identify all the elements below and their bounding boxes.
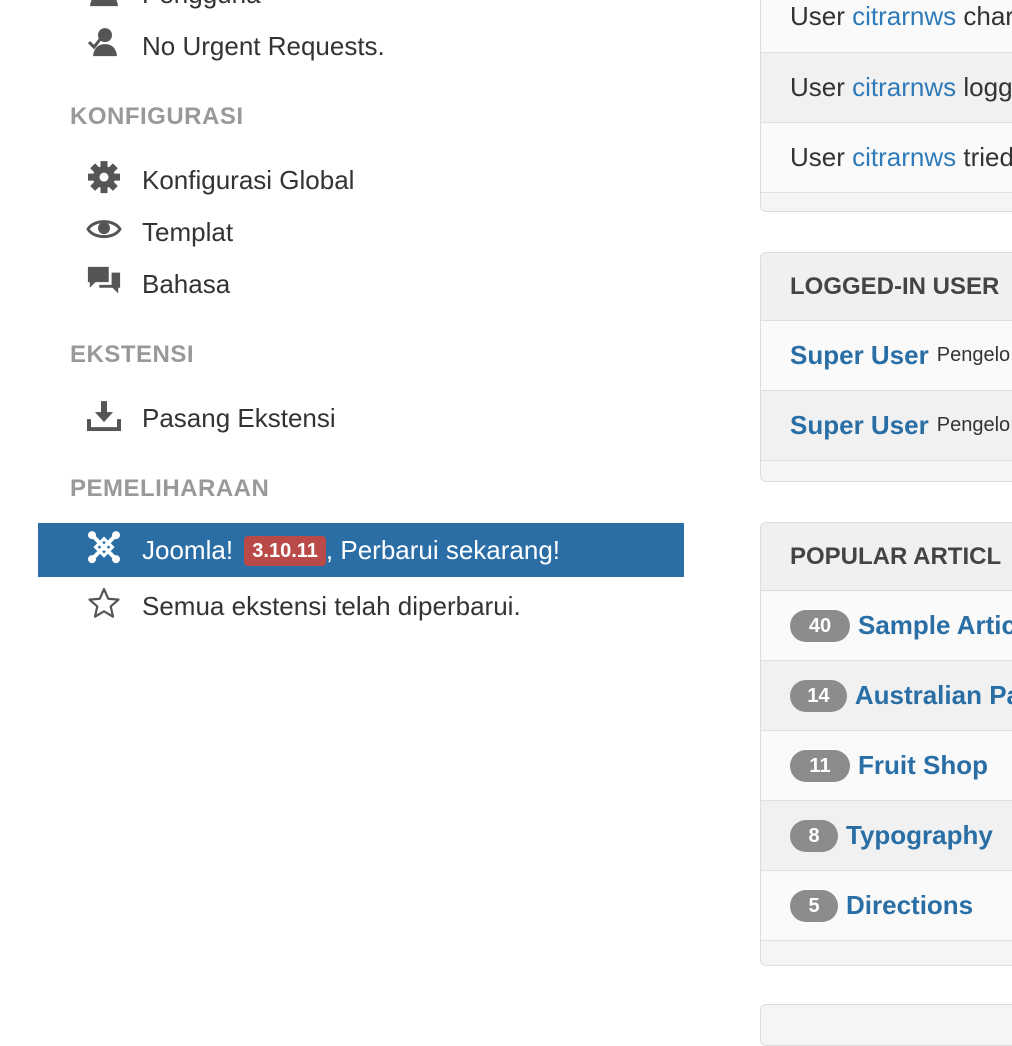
nav-item-konfigurasi-global-label: Konfigurasi Global [142,164,355,195]
article-row: 14 Australian Pa [761,661,1012,731]
nav-item-bahasa[interactable]: Bahasa [38,258,684,310]
nav-item-templat[interactable]: Templat [38,206,684,258]
activity-prefix: User [790,142,845,172]
article-link[interactable]: Typography [846,820,993,851]
activity-row: User citrarnws tried [761,123,1012,193]
user-link[interactable]: citrarnws [852,142,956,173]
star-outline-icon [86,585,122,621]
hits-badge: 14 [790,679,847,712]
nav-item-pengguna-label: Pengguna [142,0,261,10]
nav-item-templat-label: Templat [142,216,234,247]
article-link[interactable]: Sample Artic [858,610,1012,641]
nav-item-bahasa-label: Bahasa [142,268,231,299]
activity-panel: User citrarnws char User citrarnws logg … [760,0,1012,212]
download-icon [86,397,122,433]
eye-icon [86,211,122,247]
panel-title: POPULAR ARTICL [761,523,1012,591]
hits-badge: 8 [790,819,838,852]
article-row: 8 Typography [761,801,1012,871]
gear-icon [86,159,122,195]
nav-item-pengguna[interactable]: Pengguna [38,0,684,20]
article-row: 40 Sample Artic [761,591,1012,661]
nav-item-konfigurasi-global[interactable]: Konfigurasi Global [38,154,684,206]
next-panel [760,1004,1012,1046]
activity-suffix: tried [963,142,1012,172]
activity-prefix: User [790,1,845,31]
nav-item-all-updated[interactable]: Semua ekstensi telah diperbarui. [38,580,684,632]
nav-item-no-urgent[interactable]: No Urgent Requests. [38,20,684,72]
activity-row: User citrarnws char [761,0,1012,53]
joomla-update-text: Joomla! 3.10.11, Perbarui sekarang! [142,535,560,566]
activity-row: User citrarnws logg [761,53,1012,123]
comments-icon [86,263,122,299]
article-row: 5 Directions [761,871,1012,941]
panel-footer [761,461,1012,477]
nav-item-pasang-ekstensi[interactable]: Pasang Ekstensi [38,392,684,444]
user-link[interactable]: citrarnws [852,1,956,32]
joomla-icon [86,529,122,565]
article-link[interactable]: Directions [846,890,973,921]
user-name-link[interactable]: Super User [790,410,929,441]
user-name-link[interactable]: Super User [790,340,929,371]
panel-footer [761,941,1012,957]
section-header-ekstensi: EKSTENSI [70,341,195,368]
nav-item-joomla-update[interactable]: Joomla! 3.10.11, Perbarui sekarang! [38,523,684,577]
user-role: Pengelo [936,414,1011,436]
user-role: Pengelo [936,344,1011,366]
nav-item-no-urgent-label: No Urgent Requests. [142,30,385,61]
section-header-konfigurasi: KONFIGURASI [70,103,244,130]
activity-suffix: logg [963,72,1012,102]
hits-badge: 5 [790,889,838,922]
activity-prefix: User [790,72,845,102]
sidebar-nav: Pengguna No Urgent Requests. KONFIGURASI [0,0,700,1012]
user-icon [86,0,122,9]
article-link[interactable]: Australian Pa [855,680,1012,711]
user-check-icon [86,25,122,61]
article-row: 11 Fruit Shop [761,731,1012,801]
section-header-pemeliharaan: PEMELIHARAAN [70,475,270,502]
nav-item-pasang-ekstensi-label: Pasang Ekstensi [142,402,336,433]
hits-badge: 11 [790,749,850,782]
logged-in-users-panel: LOGGED-IN USER Super User Pengelo Super U… [760,252,1012,482]
logged-in-row: Super User Pengelo [761,321,1012,391]
activity-suffix: char [963,1,1012,31]
panel-footer [761,193,1012,209]
popular-articles-panel: POPULAR ARTICL 40 Sample Artic 14 Australi… [760,522,1012,966]
article-link[interactable]: Fruit Shop [858,750,988,781]
joomla-update-label: , Perbarui sekarang! [325,534,561,565]
hits-badge: 40 [790,609,850,642]
nav-item-all-updated-label: Semua ekstensi telah diperbarui. [142,590,521,621]
panel-title: LOGGED-IN USER [761,253,1012,321]
version-badge: 3.10.11 [244,535,326,566]
logged-in-row: Super User Pengelo [761,391,1012,461]
user-link[interactable]: citrarnws [852,72,956,103]
joomla-label: Joomla! [142,534,234,565]
